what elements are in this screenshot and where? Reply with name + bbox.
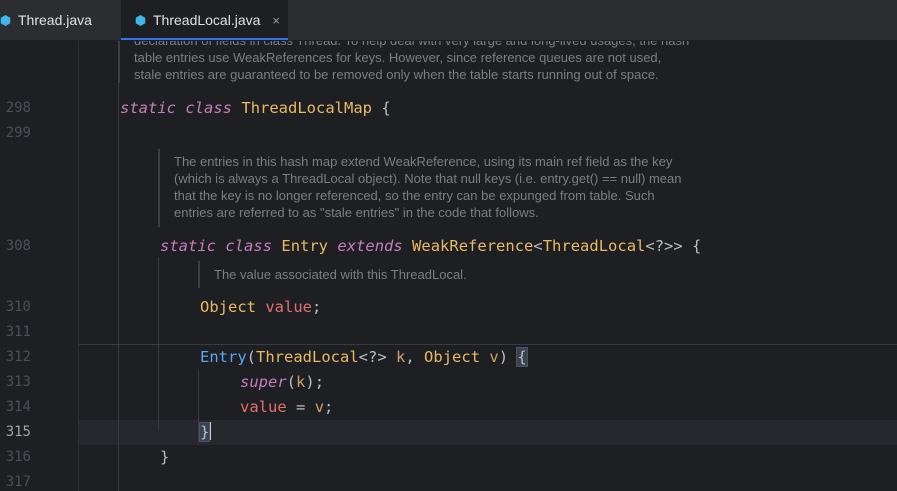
comma: ,: [405, 348, 415, 366]
semicolon: ;: [312, 298, 322, 316]
tab-thread-java[interactable]: Thread.java: [0, 0, 115, 40]
doc-comment-line: The entries in this hash map extend Weak…: [174, 154, 673, 169]
line-number: 311: [5, 324, 31, 340]
editor-tab-bar: Thread.java ThreadLocal.java ×: [0, 0, 897, 41]
parameter: k: [396, 348, 406, 366]
line-number: 310: [5, 299, 31, 315]
keyword: static: [160, 237, 216, 255]
code-line-313: super(k);: [240, 370, 324, 395]
semicolon: ;: [324, 398, 334, 416]
brace: {: [692, 237, 702, 255]
parameter: v: [489, 348, 499, 366]
operator: =: [296, 398, 306, 416]
code-line-310: Object value;: [200, 295, 321, 320]
line-number: 312: [5, 349, 31, 365]
doc-comment-line: that the key is no longer referenced, so…: [174, 188, 655, 203]
line-number: 299: [5, 125, 31, 141]
java-class-icon: [0, 14, 11, 26]
doc-comment-line: stale entries are guaranteed to be remov…: [134, 67, 659, 82]
code-line-298: static class ThreadLocalMap {: [120, 96, 391, 121]
doc-comment-line: table entries use WeakReferences for key…: [134, 50, 662, 65]
field-name: value: [240, 398, 287, 416]
tab-label: ThreadLocal.java: [153, 12, 261, 28]
line-number: 308: [5, 238, 31, 254]
doc-comment-bar: [198, 261, 200, 288]
tab-threadlocal-java[interactable]: ThreadLocal.java ×: [121, 0, 288, 40]
class-name: Object: [424, 348, 481, 366]
tab-label: Thread.java: [18, 12, 92, 28]
class-name: ThreadLocalMap: [241, 99, 373, 117]
paren: (: [246, 348, 257, 366]
code-editor[interactable]: declaration of fields in class Thread. T…: [0, 41, 897, 491]
code-line-315: }: [198, 420, 212, 445]
parameter: k: [296, 373, 306, 391]
keyword: class: [225, 237, 273, 255]
active-tab-indicator: [121, 38, 288, 40]
matched-brace: }: [198, 422, 211, 442]
class-name: Object: [200, 298, 256, 316]
doc-comment-bar: [158, 149, 160, 227]
indent-guide: [118, 41, 119, 491]
brace: }: [160, 448, 170, 466]
generic: <: [533, 237, 543, 255]
indent-guide: [198, 370, 199, 445]
class-name: Entry: [281, 237, 329, 255]
keyword: class: [185, 99, 233, 117]
class-name: ThreadLocal: [256, 348, 359, 366]
code-line-312: Entry(ThreadLocal<?> k, Object v) {: [200, 345, 528, 370]
keyword: extends: [337, 237, 403, 255]
generic: <?>>: [645, 237, 683, 255]
paren: );: [305, 373, 325, 391]
line-number: 317: [5, 474, 31, 490]
field-name: value: [265, 298, 313, 316]
code-line-308: static class Entry extends WeakReference…: [160, 234, 701, 259]
paren: ): [498, 348, 509, 366]
matched-brace: {: [516, 347, 528, 367]
class-name: WeakReference: [412, 237, 534, 255]
line-number: 314: [5, 399, 31, 415]
doc-comment-line: The value associated with this ThreadLoc…: [214, 267, 467, 282]
generic: <?>: [358, 348, 387, 366]
indent-guide: [158, 257, 159, 429]
doc-comment-line: entries are referred to as "stale entrie…: [174, 205, 539, 220]
java-class-icon: [135, 14, 146, 26]
code-line-316: }: [160, 445, 169, 470]
gutter-divider: [78, 41, 79, 491]
close-tab-icon[interactable]: ×: [272, 13, 280, 28]
line-number: 316: [5, 449, 31, 465]
parameter: v: [314, 398, 325, 416]
keyword: super: [240, 373, 287, 391]
text-caret: [209, 422, 212, 440]
class-name: ThreadLocal: [542, 237, 646, 255]
doc-comment-line: (which is always a ThreadLocal object). …: [174, 171, 682, 186]
doc-comment-line: declaration of fields in class Thread. T…: [134, 41, 689, 49]
line-number-current: 315: [5, 424, 31, 440]
keyword: static: [120, 99, 176, 117]
brace: {: [381, 99, 391, 117]
method-name: Entry: [200, 348, 247, 366]
paren: (: [286, 373, 297, 391]
line-number: 313: [5, 374, 31, 390]
code-line-314: value = v;: [240, 395, 333, 420]
line-number: 298: [5, 100, 31, 116]
doc-comment-bar: [118, 41, 120, 83]
